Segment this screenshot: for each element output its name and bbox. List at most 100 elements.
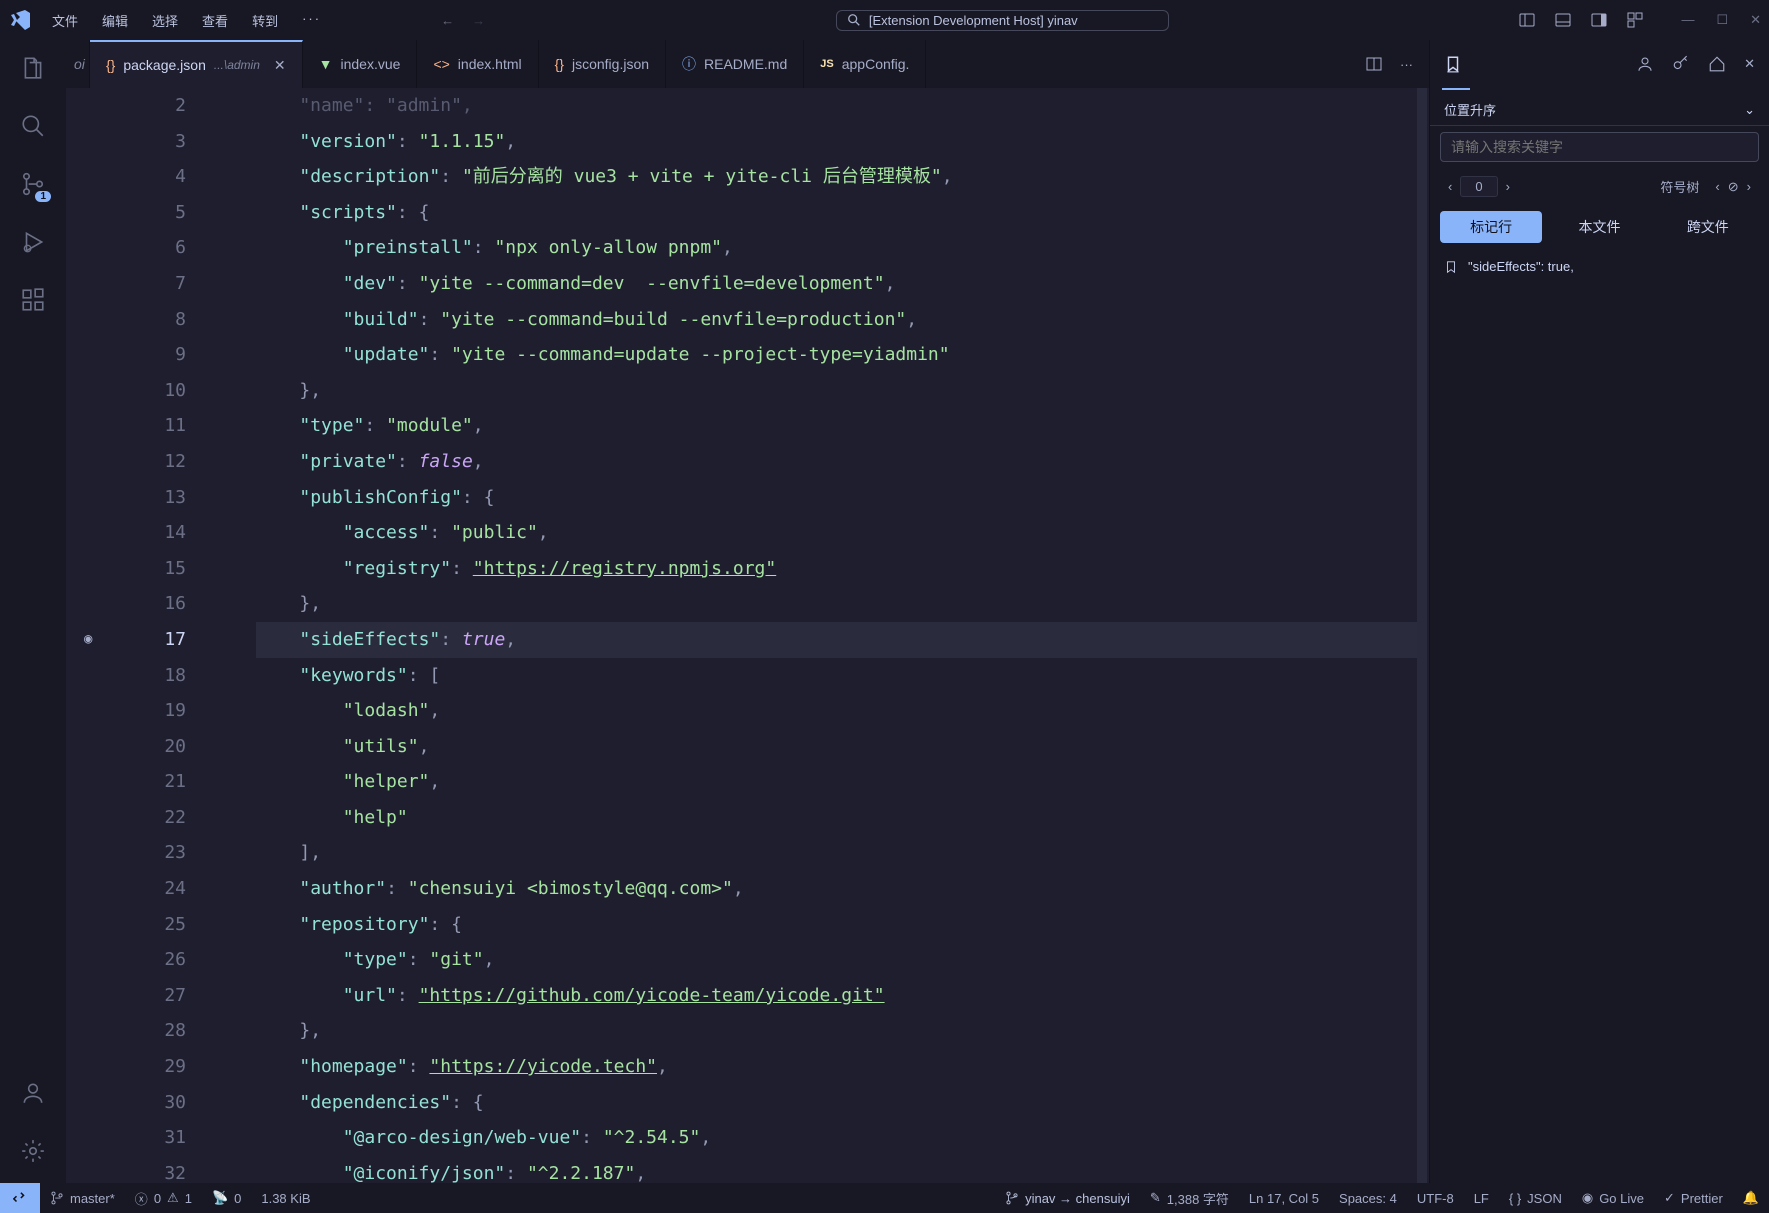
layout-left-icon[interactable] bbox=[1519, 12, 1535, 28]
menu-more-icon[interactable]: ··· bbox=[292, 7, 331, 34]
result-count: 0 bbox=[1460, 176, 1497, 197]
braces-icon: { } bbox=[1509, 1191, 1521, 1206]
source-control-icon[interactable]: 1 bbox=[17, 168, 49, 200]
explorer-icon[interactable] bbox=[17, 52, 49, 84]
tab-appconfig[interactable]: JSappConfig. bbox=[804, 40, 926, 88]
layout-right-icon[interactable] bbox=[1591, 12, 1607, 28]
status-encoding[interactable]: UTF-8 bbox=[1407, 1183, 1464, 1213]
more-actions-icon[interactable]: ··· bbox=[1400, 57, 1413, 72]
panel-home-icon[interactable] bbox=[1708, 55, 1726, 73]
tab-label: README.md bbox=[704, 56, 787, 72]
split-editor-icon[interactable] bbox=[1366, 56, 1382, 72]
pencil-icon: ✎ bbox=[1150, 1190, 1161, 1206]
nav-forward-icon[interactable]: → bbox=[472, 13, 485, 28]
status-golive[interactable]: ◉Go Live bbox=[1572, 1183, 1654, 1213]
layout-bottom-icon[interactable] bbox=[1555, 12, 1571, 28]
nav-back-icon[interactable]: ← bbox=[441, 13, 454, 28]
bookmark-result[interactable]: "sideEffects": true, bbox=[1430, 249, 1769, 284]
nav-arrows: ← → bbox=[441, 13, 485, 28]
status-language[interactable]: { }JSON bbox=[1499, 1183, 1572, 1213]
code-editor[interactable]: 2345678910111213141516171819202122232425… bbox=[66, 88, 1429, 1183]
command-center[interactable]: [Extension Development Host] yinav bbox=[836, 10, 1169, 31]
window-minimize-icon[interactable]: — bbox=[1681, 12, 1694, 28]
info-icon: ⓘ bbox=[682, 54, 696, 74]
tab-label: package.json bbox=[123, 57, 206, 73]
command-center-title: [Extension Development Host] yinav bbox=[869, 13, 1078, 28]
menu-file[interactable]: 文件 bbox=[42, 7, 88, 34]
broadcast-icon: ◉ bbox=[1582, 1190, 1593, 1206]
tab-label: index.html bbox=[458, 56, 522, 72]
status-bar: master* ⓧ0⚠1 📡0 1.38 KiB yinav → chensui… bbox=[0, 1183, 1769, 1213]
panel-scope-tabs: 标记行 本文件 跨文件 bbox=[1430, 205, 1769, 249]
radio-tower-icon: 📡 bbox=[212, 1190, 228, 1206]
tab-index-vue[interactable]: ▼index.vue bbox=[303, 40, 418, 88]
panel-account-icon[interactable] bbox=[1636, 55, 1654, 73]
menu-edit[interactable]: 编辑 bbox=[92, 7, 138, 34]
window-close-icon[interactable]: ✕ bbox=[1750, 12, 1761, 28]
chevron-down-icon[interactable]: ⌄ bbox=[1744, 102, 1755, 118]
scope-this-file[interactable]: 本文件 bbox=[1548, 211, 1650, 243]
next-result-icon[interactable]: › bbox=[1506, 179, 1510, 194]
symbol-tree-label[interactable]: 符号树 bbox=[1660, 177, 1699, 196]
tab-index-html[interactable]: <> index.html bbox=[417, 40, 538, 88]
extensions-icon[interactable] bbox=[17, 284, 49, 316]
panel-nav-toolbar: ‹ 0 › 符号树 ‹ ⊘ › bbox=[1430, 168, 1769, 205]
remote-indicator[interactable] bbox=[0, 1183, 40, 1213]
code-content[interactable]: "name": "admin", "version": "1.1.15", "d… bbox=[216, 88, 1417, 1183]
minimap[interactable] bbox=[1417, 88, 1427, 1183]
menu-view[interactable]: 查看 bbox=[192, 7, 238, 34]
menu-bar: 文件 编辑 选择 查看 转到 ··· bbox=[42, 7, 331, 34]
scope-cross-file[interactable]: 跨文件 bbox=[1657, 211, 1759, 243]
branch-icon bbox=[1005, 1191, 1019, 1205]
check-icon: ✓ bbox=[1664, 1190, 1675, 1206]
html-icon: <> bbox=[433, 56, 449, 72]
run-debug-icon[interactable] bbox=[17, 226, 49, 258]
window-maximize-icon[interactable]: ☐ bbox=[1716, 12, 1728, 28]
tab-path: ...\admin bbox=[214, 58, 260, 72]
bookmark-panel-icon[interactable] bbox=[1444, 55, 1462, 73]
accounts-icon[interactable] bbox=[17, 1077, 49, 1109]
braces-icon: {} bbox=[555, 56, 564, 72]
tab-close-icon[interactable]: ✕ bbox=[274, 57, 286, 74]
menu-go[interactable]: 转到 bbox=[242, 7, 288, 34]
status-port[interactable]: 📡0 bbox=[202, 1183, 251, 1213]
side-panel: ✕ 位置升序 ⌄ ‹ 0 › 符号树 ‹ ⊘ › 标记行 本文件 跨文件 "sideEf… bbox=[1429, 40, 1769, 1183]
tab-package-json[interactable]: {} package.json ...\admin ✕ bbox=[90, 40, 303, 88]
tab-readme[interactable]: ⓘ README.md bbox=[666, 40, 804, 88]
scope-marked-lines[interactable]: 标记行 bbox=[1440, 211, 1542, 243]
prev-icon[interactable]: ‹ bbox=[1715, 179, 1719, 194]
status-cursor-pos[interactable]: Ln 17, Col 5 bbox=[1239, 1183, 1329, 1213]
prev-result-icon[interactable]: ‹ bbox=[1448, 179, 1452, 194]
title-bar: 文件 编辑 选择 查看 转到 ··· ← → [Extension Develo… bbox=[0, 0, 1769, 40]
status-filesize[interactable]: 1.38 KiB bbox=[251, 1183, 320, 1213]
panel-section-header[interactable]: 位置升序 ⌄ bbox=[1430, 90, 1769, 126]
tab-oi[interactable]: oi bbox=[66, 40, 90, 88]
status-chars[interactable]: ✎1,388 字符 bbox=[1140, 1183, 1239, 1213]
braces-icon: {} bbox=[106, 57, 115, 73]
status-problems[interactable]: ⓧ0⚠1 bbox=[125, 1183, 202, 1213]
next-icon[interactable]: › bbox=[1747, 179, 1751, 194]
tab-jsconfig[interactable]: {} jsconfig.json bbox=[539, 40, 666, 88]
js-icon: JS bbox=[820, 58, 833, 70]
status-branch[interactable]: master* bbox=[40, 1183, 125, 1213]
panel-close-icon[interactable]: ✕ bbox=[1744, 56, 1755, 72]
status-prettier[interactable]: ✓Prettier bbox=[1654, 1183, 1733, 1213]
status-repo[interactable]: yinav → chensuiyi bbox=[995, 1183, 1140, 1213]
status-eol[interactable]: LF bbox=[1464, 1183, 1499, 1213]
search-sidebar-icon[interactable] bbox=[17, 110, 49, 142]
settings-gear-icon[interactable] bbox=[17, 1135, 49, 1167]
menu-selection[interactable]: 选择 bbox=[142, 7, 188, 34]
tab-label: jsconfig.json bbox=[572, 56, 649, 72]
vscode-logo-icon bbox=[8, 8, 32, 32]
no-entry-icon[interactable]: ⊘ bbox=[1728, 179, 1739, 195]
scm-badge: 1 bbox=[35, 191, 51, 202]
customize-layout-icon[interactable] bbox=[1627, 12, 1643, 28]
line-gutter: 2345678910111213141516171819202122232425… bbox=[66, 88, 216, 1183]
panel-title: 位置升序 bbox=[1444, 100, 1496, 119]
panel-key-icon[interactable] bbox=[1672, 55, 1690, 73]
status-indent[interactable]: Spaces: 4 bbox=[1329, 1183, 1407, 1213]
status-bell-icon[interactable]: 🔔 bbox=[1733, 1183, 1769, 1213]
search-icon bbox=[847, 13, 861, 27]
panel-search-input[interactable] bbox=[1440, 132, 1759, 162]
tab-label: index.vue bbox=[341, 56, 401, 72]
